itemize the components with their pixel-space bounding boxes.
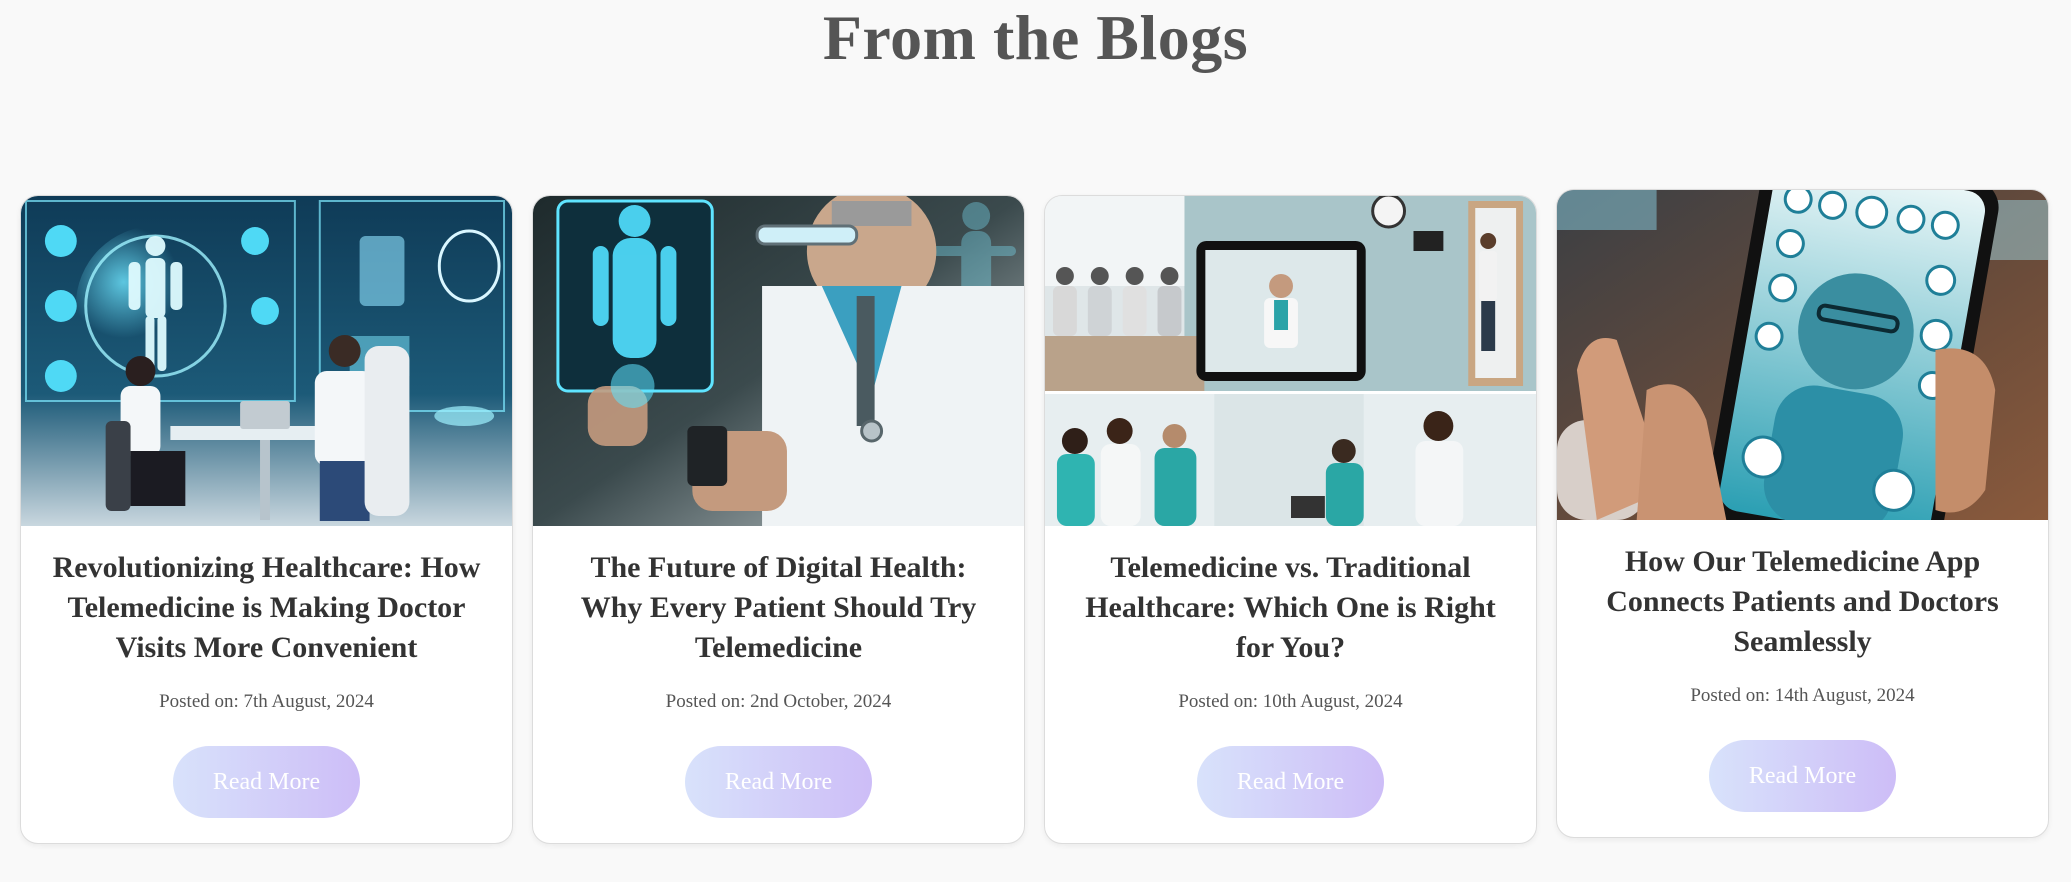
blog-card-date: Posted on: 7th August, 2024	[159, 691, 374, 712]
blog-section: From the Blogs Revolutionizing Healthcar…	[0, 0, 2071, 882]
blog-card-title[interactable]: Telemedicine vs. Traditional Healthcare:…	[1069, 548, 1512, 668]
blog-card-image[interactable]	[1045, 196, 1536, 526]
read-more-button[interactable]: Read More	[1197, 746, 1384, 818]
blog-card: How Our Telemedicine App Connects Patien…	[1556, 189, 2049, 838]
blog-card-title[interactable]: How Our Telemedicine App Connects Patien…	[1581, 542, 2024, 662]
blog-card: The Future of Digital Health: Why Every …	[532, 195, 1025, 844]
blog-card: Revolutionizing Healthcare: How Telemedi…	[20, 195, 513, 844]
blog-card: Telemedicine vs. Traditional Healthcare:…	[1044, 195, 1537, 844]
blog-card-title[interactable]: Revolutionizing Healthcare: How Telemedi…	[45, 548, 488, 668]
section-title: From the Blogs	[822, 2, 1249, 73]
blog-card-date: Posted on: 10th August, 2024	[1178, 691, 1403, 712]
blog-card-date: Posted on: 2nd October, 2024	[665, 691, 892, 712]
read-more-button[interactable]: Read More	[1709, 740, 1896, 812]
blog-card-image[interactable]	[21, 196, 512, 526]
blog-card-title[interactable]: The Future of Digital Health: Why Every …	[557, 548, 1000, 668]
blog-card-image[interactable]	[1557, 190, 2048, 520]
read-more-button[interactable]: Read More	[685, 746, 872, 818]
blog-card-date: Posted on: 14th August, 2024	[1690, 685, 1915, 706]
read-more-button[interactable]: Read More	[173, 746, 360, 818]
blog-card-image[interactable]	[533, 196, 1024, 526]
